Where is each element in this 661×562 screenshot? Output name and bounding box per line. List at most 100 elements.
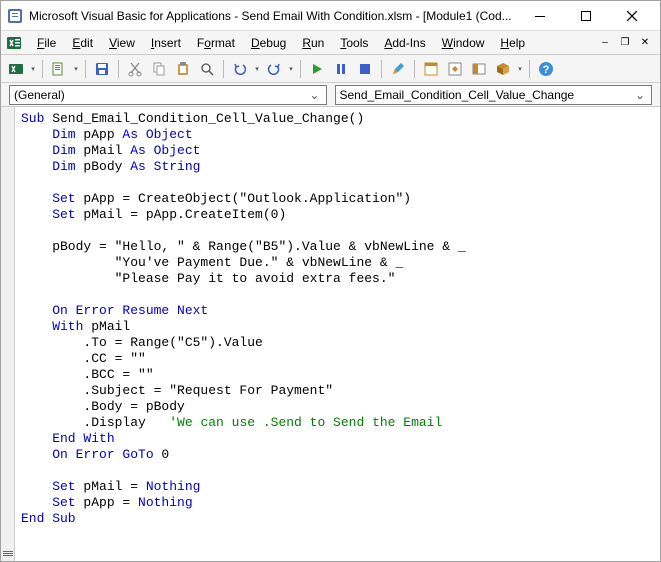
svg-text:?: ? xyxy=(543,64,550,76)
code-comment: 'We can use .Send to Send the Email xyxy=(169,415,442,430)
separator-icon xyxy=(85,60,86,78)
paste-button[interactable] xyxy=(172,58,194,80)
code-token: pBody xyxy=(76,159,131,174)
run-button[interactable] xyxy=(306,58,328,80)
code-token: As Object xyxy=(130,143,200,158)
object-browser-button[interactable] xyxy=(468,58,490,80)
save-button[interactable] xyxy=(91,58,113,80)
code-token: Nothing xyxy=(138,495,193,510)
object-proc-row: (General) ⌄ Send_Email_Condition_Cell_Va… xyxy=(1,83,660,107)
mdi-controls: – ❐ ✕ xyxy=(596,35,656,51)
procedure-dropdown[interactable]: Send_Email_Condition_Cell_Value_Change ⌄ xyxy=(335,85,653,105)
properties-button[interactable] xyxy=(444,58,466,80)
code-token: .Display xyxy=(21,415,169,430)
view-selector-icon[interactable] xyxy=(1,545,14,561)
separator-icon xyxy=(529,60,530,78)
undo-dropdown[interactable]: ▾ xyxy=(253,65,261,73)
code-token: Set xyxy=(21,207,76,222)
code-token: With xyxy=(21,319,83,334)
object-dropdown[interactable]: (General) ⌄ xyxy=(9,85,327,105)
menu-insert[interactable]: Insert xyxy=(143,34,189,52)
menu-edit[interactable]: Edit xyxy=(64,34,101,52)
vba-app-icon xyxy=(7,8,23,24)
menu-file[interactable]: File xyxy=(29,34,64,52)
code-token: End Sub xyxy=(21,511,76,526)
view-excel-dropdown[interactable]: ▾ xyxy=(29,65,37,73)
code-token: .CC = "" xyxy=(21,351,146,366)
separator-icon xyxy=(300,60,301,78)
code-token: On Error GoTo xyxy=(21,447,154,462)
view-excel-button[interactable] xyxy=(5,58,27,80)
menu-run[interactable]: Run xyxy=(294,34,332,52)
object-dropdown-text: (General) xyxy=(14,88,308,102)
code-frame: Sub Send_Email_Condition_Cell_Value_Chan… xyxy=(1,107,660,561)
separator-icon xyxy=(223,60,224,78)
design-mode-button[interactable] xyxy=(387,58,409,80)
redo-dropdown[interactable]: ▾ xyxy=(287,65,295,73)
code-token: pMail xyxy=(83,319,130,334)
break-button[interactable] xyxy=(330,58,352,80)
maximize-button[interactable] xyxy=(564,2,608,30)
redo-button[interactable] xyxy=(263,58,285,80)
code-token: pMail xyxy=(76,143,131,158)
procedure-dropdown-text: Send_Email_Condition_Cell_Value_Change xyxy=(340,88,634,102)
reset-button[interactable] xyxy=(354,58,376,80)
close-button[interactable] xyxy=(610,2,654,30)
code-token: As Object xyxy=(122,127,192,142)
code-token: Set xyxy=(21,495,76,510)
code-token: Set xyxy=(21,191,76,206)
undo-button[interactable] xyxy=(229,58,251,80)
help-button[interactable]: ? xyxy=(535,58,557,80)
margin-indicator-bar[interactable] xyxy=(1,107,15,561)
code-token: .BCC = "" xyxy=(21,367,154,382)
code-token: pApp = CreateObject("Outlook.Application… xyxy=(76,191,411,206)
insert-dropdown[interactable]: ▾ xyxy=(72,65,80,73)
menu-window[interactable]: Window xyxy=(434,34,493,52)
mdi-minimize-button[interactable]: – xyxy=(596,35,614,51)
toolbar: ▾ ▾ ▾ ▾ xyxy=(1,55,660,83)
code-editor[interactable]: Sub Send_Email_Condition_Cell_Value_Chan… xyxy=(15,107,660,561)
menu-tools[interactable]: Tools xyxy=(332,34,376,52)
separator-icon xyxy=(42,60,43,78)
chevron-down-icon: ⌄ xyxy=(633,88,647,102)
menu-addins[interactable]: Add-Ins xyxy=(376,34,433,52)
separator-icon xyxy=(118,60,119,78)
chevron-down-icon: ⌄ xyxy=(308,88,322,102)
code-token: pMail = xyxy=(76,479,146,494)
code-token: .Subject = "Request For Payment" xyxy=(21,383,333,398)
code-token: Sub xyxy=(21,111,44,126)
cut-button[interactable] xyxy=(124,58,146,80)
window-controls xyxy=(518,2,654,30)
menu-bar: File Edit View Insert Format Debug Run T… xyxy=(1,31,660,55)
toolbox-dropdown[interactable]: ▾ xyxy=(516,65,524,73)
mdi-restore-button[interactable]: ❐ xyxy=(616,35,634,51)
code-token: .To = Range("C5").Value xyxy=(21,335,263,350)
find-button[interactable] xyxy=(196,58,218,80)
menu-format[interactable]: Format xyxy=(189,34,243,52)
excel-icon xyxy=(5,34,23,52)
menu-debug[interactable]: Debug xyxy=(243,34,294,52)
code-token: pApp xyxy=(76,127,123,142)
mdi-close-button[interactable]: ✕ xyxy=(636,35,654,51)
code-token: "Please Pay it to avoid extra fees." xyxy=(21,271,395,286)
project-explorer-button[interactable] xyxy=(420,58,442,80)
insert-module-button[interactable] xyxy=(48,58,70,80)
code-token: 0 xyxy=(154,447,170,462)
title-bar: Microsoft Visual Basic for Applications … xyxy=(1,1,660,31)
code-token: Set xyxy=(21,479,76,494)
menu-help[interactable]: Help xyxy=(492,34,533,52)
code-token: Send_Email_Condition_Cell_Value_Change() xyxy=(44,111,364,126)
code-token: Nothing xyxy=(146,479,201,494)
code-token: pApp = xyxy=(76,495,138,510)
menu-view[interactable]: View xyxy=(101,34,143,52)
toolbox-button[interactable] xyxy=(492,58,514,80)
window-title: Microsoft Visual Basic for Applications … xyxy=(29,9,518,23)
code-token: On Error Resume Next xyxy=(21,303,208,318)
code-token: As String xyxy=(130,159,200,174)
code-token: Dim xyxy=(21,127,76,142)
minimize-button[interactable] xyxy=(518,2,562,30)
code-token: Dim xyxy=(21,143,76,158)
copy-button[interactable] xyxy=(148,58,170,80)
code-token: "You've Payment Due." & vbNewLine & _ xyxy=(21,255,403,270)
code-token: pMail = pApp.CreateItem(0) xyxy=(76,207,287,222)
